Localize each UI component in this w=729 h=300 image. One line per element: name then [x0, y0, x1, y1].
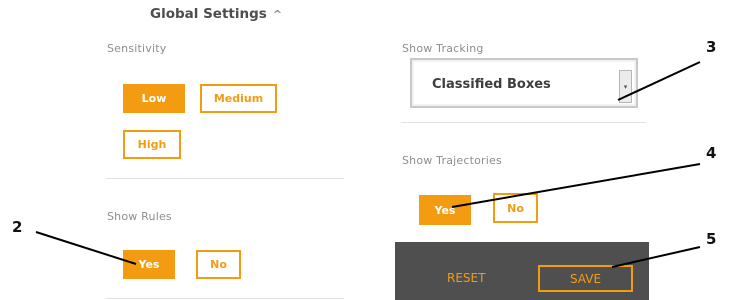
- callout-line-4: [451, 163, 701, 208]
- callout-line-5: [611, 246, 701, 268]
- callout-5: 5: [706, 230, 717, 248]
- callout-line-2: [35, 231, 137, 265]
- callout-4: 4: [706, 144, 717, 162]
- callout-3: 3: [706, 38, 717, 56]
- callout-2: 2: [12, 218, 23, 236]
- callout-line-3: [617, 61, 701, 101]
- callout-lines: [35, 61, 701, 268]
